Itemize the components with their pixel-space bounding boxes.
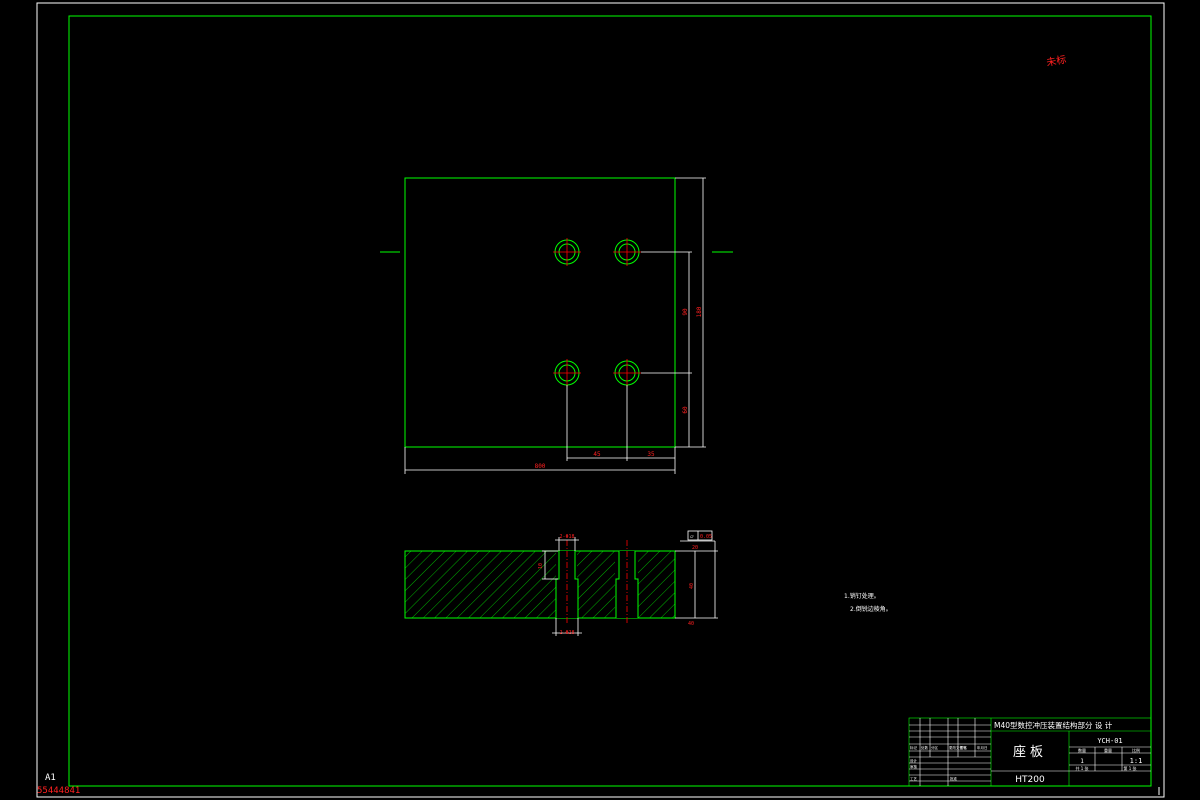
title-block-material: HT200 [1015,775,1045,785]
dim-side-text: 20 [692,545,698,551]
role-design: 设计 [910,758,918,763]
role-review: 审核 [910,764,918,769]
plan-view: 800 45 35 90 180 60 [380,177,733,474]
role-process: 工艺 [910,776,918,781]
sheet-outer-frame [36,2,1165,798]
hole-top-right [613,238,641,266]
technical-notes: 1.销钉处理。 2.倒锐边棱角。 [844,592,892,613]
plan-outline [404,177,676,448]
title-block-scale-label: 比例 [1132,747,1140,753]
dim-thickness [675,540,718,619]
dim-hole-spacing-x-text: 45 [593,451,601,458]
dim-overall-height-text: 180 [696,306,703,317]
dim-thickness-text: 40 [689,583,695,589]
dim-hole-edge-y-text: 60 [682,406,689,414]
notes-item-2: 2.倒锐边棱角。 [850,605,892,613]
flatness-symbol: ▱ [690,533,694,540]
dim-top-hole-text: 2-Φ18 [559,534,574,540]
rev-label-zone: 分区 [931,745,939,750]
dim-bottom-hole-text: 2-Φ28 [559,630,574,636]
hole-bottom-right [613,359,641,387]
sheet-inner-frame [68,15,1152,787]
hole-bottom-left [553,359,581,387]
rev-label-count: 处数 [921,745,929,750]
dim-hole-x [566,385,675,461]
sheet-size-label: A1 [45,773,56,783]
section-hole-right [615,540,639,625]
section-view: 2-Φ18 10 2-Φ28 40 20 40 ▱ 0.05 [404,530,718,636]
title-block-sheet-label-2: 第 1 张 [1123,765,1136,771]
title-block-part-name: 座板 [1013,745,1047,760]
role-approve: 批准 [950,776,958,781]
title-block-quantity-value: 1 [1080,758,1084,765]
hole-top-left [553,238,581,266]
title-block-sheet-label: 共 1 张 [1075,765,1088,771]
dim-width-text: 800 [535,463,546,470]
title-block-weight-label: 重量 [1104,747,1112,753]
title-block-quantity-label: 数量 [1078,747,1086,753]
dim-hole-spacing-y-text: 90 [682,308,689,316]
section-hole-left [555,540,579,625]
corner-stamp: 未标 [1045,54,1067,69]
title-block-scale-value: 1:1 [1130,757,1143,765]
title-block-project-title: M40型数控冲压装置结构部分 设 计 [994,720,1113,730]
title-block-drawing-number: YCH-01 [1097,737,1122,745]
dim-counterbore-text: 10 [538,563,544,569]
rev-label-sign: 签名 [960,745,967,750]
sheet-number-label: 55444841 [37,786,80,796]
cad-drawing: 未标 A1 55444841 800 45 35 90 180 60 2-Φ18… [36,2,1165,798]
notes-item-1: 1.销钉处理。 [844,592,880,600]
rev-label-mark: 标记 [910,745,918,750]
dim-bottom-side-text: 40 [688,621,694,627]
dim-hole-edge-x-text: 35 [647,451,655,458]
rev-label-date: 年月日 [977,745,988,750]
flatness-value: 0.05 [700,534,712,540]
